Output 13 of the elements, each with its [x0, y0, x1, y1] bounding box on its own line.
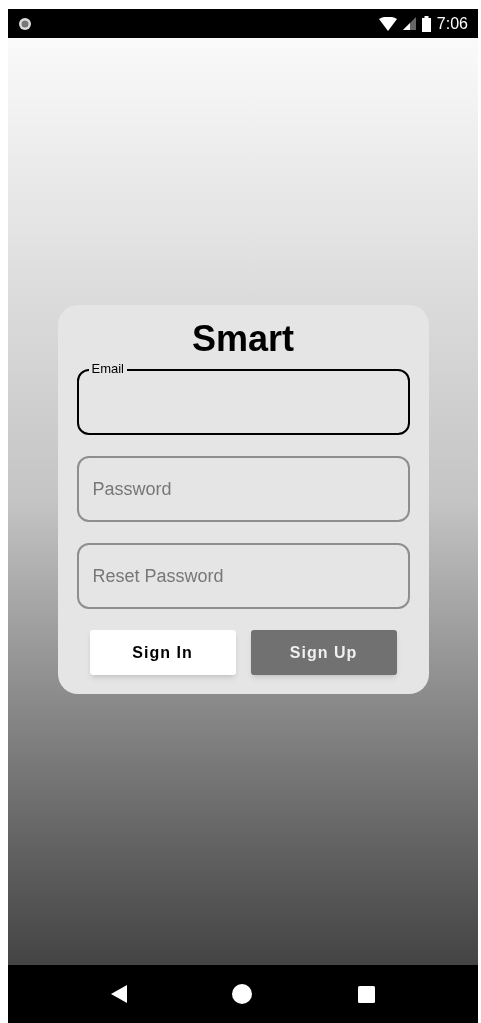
wifi-icon: [378, 16, 397, 31]
input-field[interactable]: Reset Password: [76, 543, 410, 609]
status-time: 7:06: [436, 13, 468, 34]
battery-icon: [421, 15, 431, 32]
record-icon: [18, 16, 32, 31]
back-icon[interactable]: [110, 985, 127, 1003]
input-field[interactable]: Password: [76, 456, 410, 522]
home-icon[interactable]: [232, 984, 253, 1004]
app-title: Smart: [191, 319, 294, 359]
recents-icon[interactable]: [358, 985, 376, 1003]
signal-icon: [402, 17, 416, 30]
sign-in-button[interactable]: Sign In: [89, 630, 236, 675]
sign-up-button[interactable]: Sign Up: [250, 630, 397, 675]
